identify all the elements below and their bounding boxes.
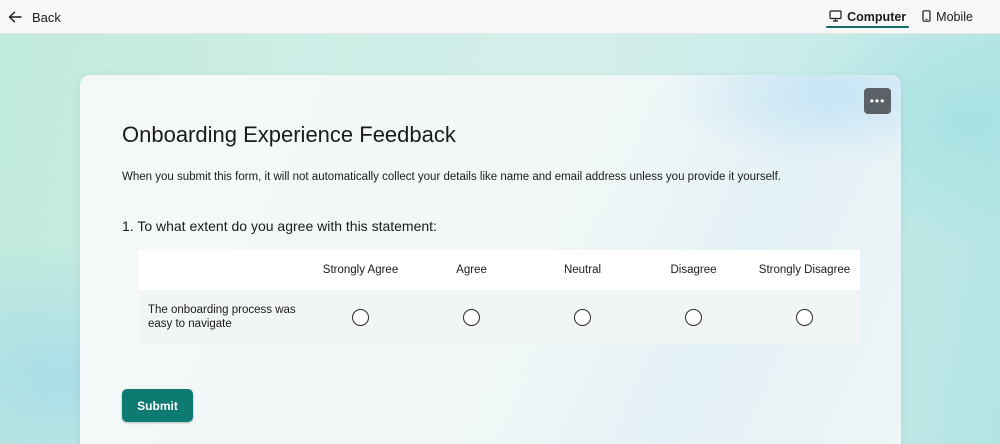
phone-icon: [922, 9, 931, 25]
likert-cell-strongly-agree: [305, 308, 416, 326]
likert-header-agree: Agree: [456, 264, 487, 276]
mobile-view-label: Mobile: [936, 10, 973, 24]
view-toggle: Computer Mobile: [826, 0, 976, 34]
radio-agree[interactable]: [463, 308, 480, 326]
likert-cell-agree: [416, 308, 527, 326]
more-options-button[interactable]: •••: [864, 88, 891, 114]
likert-statement-row: The onboarding process was easy to navig…: [138, 290, 860, 344]
question-number: 1.: [122, 218, 134, 234]
submit-button[interactable]: Submit: [122, 389, 193, 422]
computer-view-button[interactable]: Computer: [826, 0, 910, 34]
radio-strongly-disagree[interactable]: [796, 308, 813, 326]
back-label: Back: [32, 9, 61, 25]
radio-disagree[interactable]: [685, 308, 702, 326]
question-1: 1. To what extent do you agree with this…: [122, 218, 437, 234]
form-description: When you submit this form, it will not a…: [122, 171, 781, 183]
monitor-icon: [829, 9, 842, 25]
likert-statement-text: The onboarding process was easy to navig…: [148, 304, 296, 330]
likert-table: Strongly Agree Agree Neutral Disagree St…: [138, 250, 860, 345]
radio-neutral[interactable]: [574, 308, 591, 326]
computer-view-label: Computer: [847, 10, 907, 24]
likert-header-disagree: Disagree: [670, 264, 717, 276]
mobile-view-button[interactable]: Mobile: [919, 0, 976, 34]
likert-cell-disagree: [638, 308, 749, 326]
form-card: ••• Onboarding Experience Feedback When …: [80, 75, 901, 444]
radio-strongly-agree[interactable]: [352, 308, 369, 326]
likert-header-row: Strongly Agree Agree Neutral Disagree St…: [138, 250, 860, 290]
top-bar: Back Computer Mobile: [0, 0, 1000, 34]
likert-cell-neutral: [527, 308, 638, 326]
more-options-icon: •••: [869, 94, 886, 108]
question-text: To what extent do you agree with this st…: [137, 218, 437, 234]
likert-header-neutral: Neutral: [563, 264, 602, 276]
likert-header-strongly-disagree: Strongly Disagree: [758, 264, 851, 276]
likert-header-strongly-agree: Strongly Agree: [322, 264, 399, 276]
form-title: Onboarding Experience Feedback: [122, 122, 456, 147]
arrow-left-icon: [8, 11, 22, 23]
likert-cell-strongly-disagree: [749, 308, 860, 326]
back-button[interactable]: Back: [8, 7, 61, 27]
